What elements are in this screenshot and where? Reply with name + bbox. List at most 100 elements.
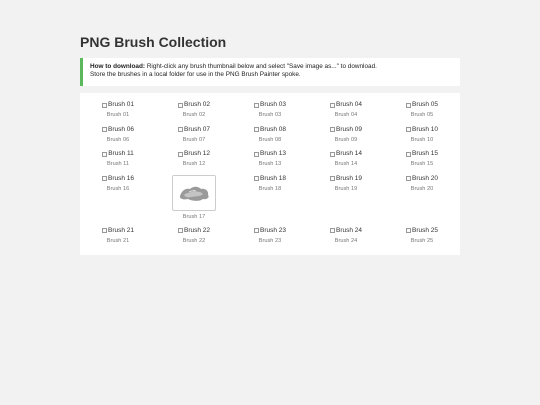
brush-alt-text: Brush 06 (107, 125, 135, 133)
brush-item: Brush 10 Brush 10 (384, 126, 460, 151)
broken-image-icon (405, 151, 411, 157)
brush-thumbnail[interactable]: Brush 15 (405, 150, 438, 158)
brush-alt-text: Brush 11 (108, 150, 134, 157)
brush-caption: Brush 14 (334, 161, 358, 167)
brush-thumbnail[interactable]: Brush 23 (253, 226, 287, 235)
brush-thumbnail[interactable]: Brush 10 (405, 125, 439, 134)
brush-item: Brush 02 Brush 02 (156, 101, 232, 126)
brush-item: Brush 22 Brush 22 (156, 227, 232, 252)
brush-alt-text: Brush 18 (259, 174, 287, 182)
brush-thumbnail[interactable]: Brush 08 (253, 125, 287, 134)
broken-image-icon (101, 228, 107, 233)
brush-thumbnail[interactable]: Brush 25 (405, 227, 438, 235)
brush-alt-text: Brush 08 (259, 125, 287, 133)
brush-caption: Brush 23 (258, 237, 282, 244)
brush-item: Brush 24 Brush 24 (308, 227, 384, 252)
broken-image-icon (329, 228, 335, 233)
brush-item: Brush 13 Brush 13 (232, 150, 308, 175)
brush-item: Brush 03 Brush 03 (232, 101, 308, 126)
brush-alt-text: Brush 24 (335, 226, 363, 234)
brush-item: Brush 19 Brush 19 (308, 175, 384, 227)
brush-caption: Brush 22 (182, 237, 206, 244)
brush-caption: Brush 13 (258, 161, 282, 167)
brush-thumbnail[interactable]: Brush 20 (405, 175, 438, 183)
brush-alt-text: Brush 03 (259, 101, 287, 108)
broken-image-icon (177, 151, 183, 157)
broken-image-icon (101, 127, 107, 132)
brush-caption: Brush 01 (106, 112, 130, 118)
brush-caption: Brush 25 (410, 237, 434, 244)
brush-thumbnail[interactable]: Brush 14 (329, 150, 362, 158)
broken-image-icon (253, 176, 259, 181)
brush-thumbnail[interactable]: Brush 04 (329, 101, 363, 109)
brush-thumbnail[interactable]: Brush 07 (177, 125, 211, 134)
broken-image-icon (101, 102, 107, 108)
broken-image-icon (253, 127, 259, 132)
brush-caption: Brush 21 (106, 237, 130, 244)
brush-thumbnail[interactable]: Brush 22 (177, 227, 210, 235)
brush-caption: Brush 06 (106, 136, 130, 143)
brush-thumbnail[interactable]: Brush 13 (253, 150, 286, 158)
brush-item: Brush 06 Brush 06 (80, 126, 156, 151)
broken-image-icon (329, 151, 335, 157)
brush-item: Brush 25 Brush 25 (384, 227, 460, 252)
brush-caption: Brush 04 (334, 112, 358, 118)
brush-item: Brush 05 Brush 05 (384, 101, 460, 126)
brush-stroke-image (179, 186, 209, 201)
brush-item: Brush 08 Brush 08 (232, 126, 308, 151)
brush-item: Brush 16 Brush 16 (80, 175, 156, 227)
broken-image-icon (405, 127, 411, 132)
brush-caption: Brush 24 (334, 237, 358, 244)
brush-item: Brush 12 Brush 12 (156, 150, 232, 175)
brush-17-thumbnail[interactable] (172, 174, 216, 211)
broken-image-icon (329, 176, 335, 181)
brush-alt-text: Brush 02 (183, 101, 211, 108)
brush-caption: Brush 15 (410, 161, 434, 167)
brush-alt-text: Brush 12 (183, 150, 211, 157)
brush-thumbnail[interactable]: Brush 11 (102, 150, 134, 158)
brush-thumbnail[interactable]: Brush 01 (101, 101, 134, 109)
broken-image-icon (253, 228, 259, 233)
broken-image-icon (329, 102, 335, 108)
brush-caption: Brush 02 (182, 112, 206, 118)
brush-thumbnail[interactable]: Brush 03 (253, 101, 287, 109)
brush-grid: Brush 01 Brush 01 Brush 02 Brush 02 Brush 03… (80, 101, 460, 251)
brush-thumbnail[interactable]: Brush 18 (253, 174, 287, 183)
brush-item: Brush 15 Brush 15 (384, 150, 460, 175)
brush-item: Brush 01 Brush 01 (80, 101, 156, 126)
broken-image-icon (405, 102, 411, 108)
broken-image-icon (177, 228, 183, 233)
notice-label: How to download: (90, 63, 146, 70)
broken-image-icon (101, 176, 107, 181)
brush-thumbnail[interactable]: Brush 16 (101, 174, 135, 183)
brush-alt-text: Brush 16 (107, 174, 135, 182)
brush-item: Brush 21 Brush 21 (80, 227, 156, 252)
brush-thumbnail[interactable]: Brush 06 (101, 125, 135, 134)
broken-image-icon (253, 102, 259, 108)
brush-thumbnail[interactable]: Brush 09 (329, 126, 362, 134)
brush-alt-text: Brush 23 (259, 226, 287, 234)
brush-alt-text: Brush 07 (183, 125, 211, 133)
brush-item: Brush 07 Brush 07 (156, 126, 232, 151)
brush-item: Brush 14 Brush 14 (308, 150, 384, 175)
broken-image-icon (177, 102, 183, 108)
brush-alt-text: Brush 10 (411, 125, 439, 133)
brush-caption: Brush 05 (410, 112, 434, 118)
brush-thumbnail[interactable]: Brush 02 (177, 101, 211, 109)
brush-thumbnail[interactable]: Brush 24 (329, 226, 363, 235)
download-notice: How to download: Right-click any brush t… (80, 58, 460, 86)
brush-item: Brush 11 Brush 11 (80, 150, 156, 175)
brush-item: Brush 18 Brush 18 (232, 175, 308, 227)
brush-caption: Brush 08 (258, 136, 282, 143)
brush-alt-text: Brush 05 (411, 101, 439, 108)
broken-image-icon (102, 151, 108, 157)
broken-image-icon (253, 151, 259, 157)
brush-thumbnail[interactable]: Brush 19 (329, 175, 362, 183)
broken-image-icon (405, 228, 411, 233)
brush-thumbnail[interactable]: Brush 05 (405, 101, 439, 109)
brush-thumbnail[interactable]: Brush 12 (177, 150, 211, 158)
brush-caption: Brush 16 (106, 185, 130, 192)
brush-caption: Brush 09 (334, 136, 358, 143)
brush-thumbnail[interactable]: Brush 21 (101, 227, 134, 235)
brush-alt-text: Brush 04 (335, 101, 363, 108)
